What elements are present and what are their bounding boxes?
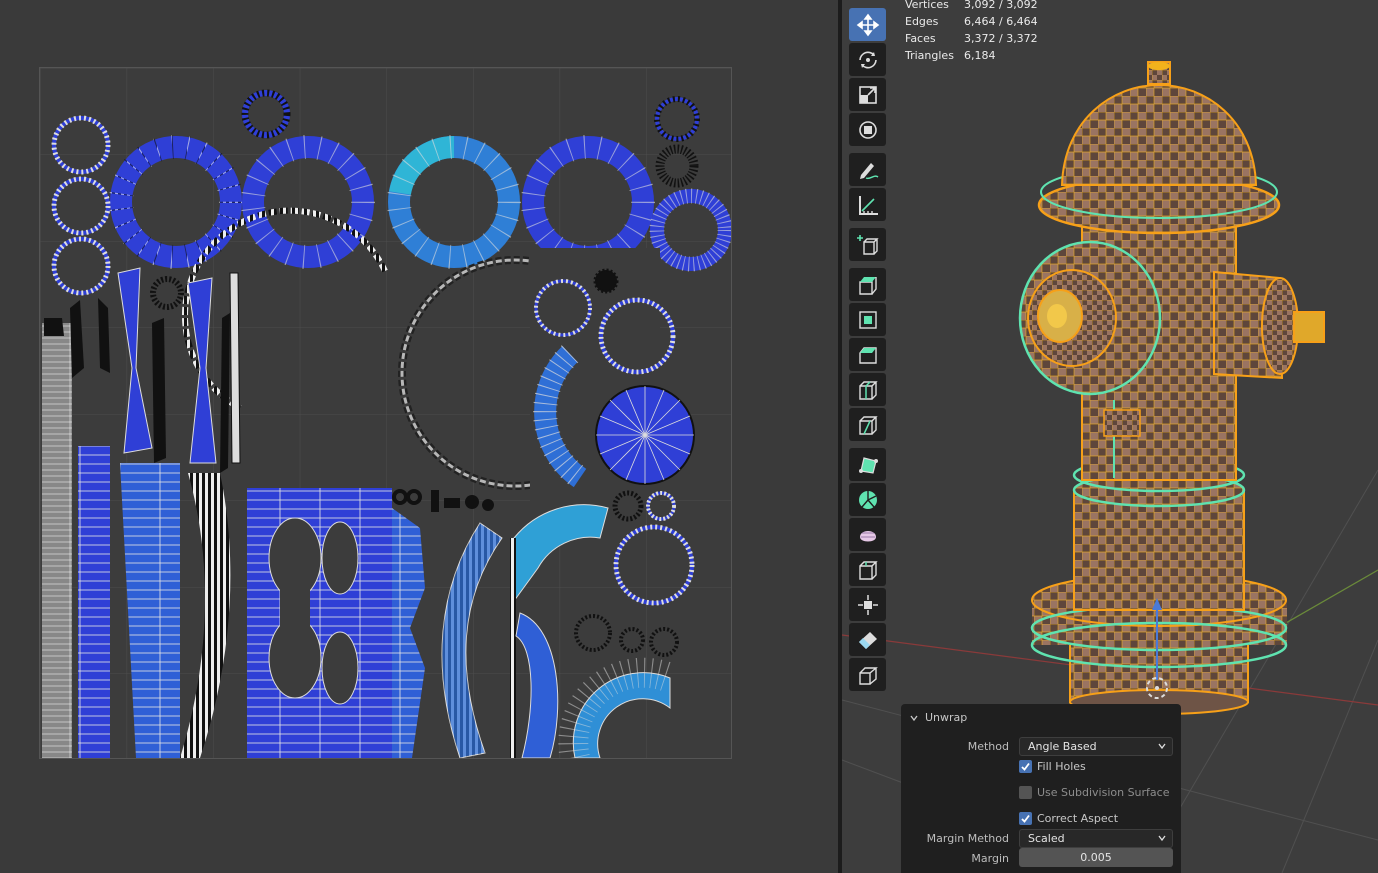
stat-label: Faces — [905, 32, 936, 45]
tool-rip[interactable] — [849, 658, 886, 691]
margin-label: Margin — [971, 852, 1009, 865]
rip-icon — [858, 666, 878, 685]
extrude-icon — [858, 276, 877, 295]
tool-poly-build[interactable] — [849, 448, 886, 481]
fill-holes-checkbox[interactable]: Fill Holes — [1019, 760, 1086, 773]
uv-editor[interactable] — [0, 0, 838, 873]
unwrap-panel-header[interactable]: Unwrap — [909, 711, 967, 724]
scale-icon — [858, 85, 877, 104]
stat-vertices: Vertices 3,092 / 3,092 — [905, 0, 1038, 13]
smooth-icon — [859, 530, 876, 541]
checkbox-unchecked[interactable] — [1019, 786, 1032, 799]
bevel-icon — [858, 346, 877, 364]
margin-method-value: Scaled — [1028, 832, 1065, 845]
uv-central-piece — [247, 488, 425, 758]
stat-edges: Edges 6,464 / 6,464 — [905, 13, 1038, 30]
stat-triangles: Triangles 6,184 — [905, 47, 1038, 64]
add-cube-icon — [856, 234, 879, 255]
shrink-fatten-icon — [857, 594, 878, 615]
use-subdivision-label: Use Subdivision Surface — [1037, 786, 1170, 799]
loop-cut-icon — [858, 380, 878, 400]
viewport-statistics: Vertices 3,092 / 3,092 Edges 6,464 / 6,464… — [905, 0, 1038, 64]
tool-shrink-fatten[interactable] — [849, 588, 886, 621]
transform-icon — [858, 120, 877, 139]
chevron-down-icon — [1158, 743, 1166, 750]
tool-scale[interactable] — [849, 78, 886, 111]
tool-smooth[interactable] — [849, 518, 886, 551]
tool-measure[interactable] — [849, 188, 886, 221]
method-dropdown[interactable]: Angle Based — [1019, 737, 1173, 756]
margin-field[interactable]: 0.005 — [1019, 848, 1173, 867]
spin-icon — [858, 490, 877, 509]
use-subdivision-checkbox[interactable]: Use Subdivision Surface — [1019, 786, 1169, 799]
stat-label: Vertices — [905, 0, 949, 11]
chevron-down-icon — [910, 715, 918, 721]
rotate-icon — [858, 50, 877, 69]
edge-slide-icon — [858, 560, 878, 580]
uv-sunburst — [595, 385, 695, 485]
fill-holes-label: Fill Holes — [1037, 760, 1086, 773]
stat-value: 3,092 / 3,092 — [964, 0, 1038, 11]
unwrap-panel-title: Unwrap — [925, 711, 968, 724]
shear-icon — [858, 631, 877, 649]
tool-extrude[interactable] — [849, 268, 886, 301]
margin-method-dropdown[interactable]: Scaled — [1019, 829, 1173, 848]
stat-faces: Faces 3,372 / 3,372 — [905, 30, 1038, 47]
tool-edge-slide[interactable] — [849, 553, 886, 586]
tool-rotate[interactable] — [849, 43, 886, 76]
stat-value: 6,464 / 6,464 — [964, 15, 1038, 28]
poly-build-icon — [858, 456, 878, 474]
tool-annotate[interactable] — [849, 153, 886, 186]
correct-aspect-label: Correct Aspect — [1037, 812, 1119, 825]
annotate-icon — [859, 162, 878, 179]
tool-add-cube[interactable] — [849, 228, 886, 261]
tool-inset[interactable] — [849, 303, 886, 336]
stat-label: Triangles — [905, 49, 954, 62]
uv-islands — [40, 68, 731, 758]
stat-label: Edges — [905, 15, 939, 28]
uv-strip — [42, 323, 72, 758]
measure-icon — [858, 195, 878, 215]
tool-transform[interactable] — [849, 113, 886, 146]
tool-bevel[interactable] — [849, 338, 886, 371]
knife-icon — [858, 415, 878, 435]
uv-grid[interactable] — [39, 67, 732, 759]
method-value: Angle Based — [1028, 740, 1097, 753]
checkmark-icon — [1021, 762, 1030, 771]
stat-value: 3,372 / 3,372 — [964, 32, 1038, 45]
move-icon — [856, 13, 879, 36]
tool-move[interactable] — [849, 8, 886, 41]
tool-spin[interactable] — [849, 483, 886, 516]
unwrap-operator-panel: Unwrap Method Angle Based Fill Holes Use… — [901, 704, 1181, 873]
checkbox-checked[interactable] — [1019, 812, 1032, 825]
margin-method-label: Margin Method — [926, 832, 1009, 845]
tool-knife[interactable] — [849, 408, 886, 441]
checkbox-checked[interactable] — [1019, 760, 1032, 773]
method-label: Method — [967, 740, 1009, 753]
correct-aspect-checkbox[interactable]: Correct Aspect — [1019, 812, 1118, 825]
tool-loop-cut[interactable] — [849, 373, 886, 406]
checkmark-icon — [1021, 814, 1030, 823]
stat-value: 6,184 — [964, 49, 996, 62]
tool-shear[interactable] — [849, 623, 886, 656]
inset-icon — [858, 310, 877, 329]
chevron-down-icon — [1158, 835, 1166, 842]
